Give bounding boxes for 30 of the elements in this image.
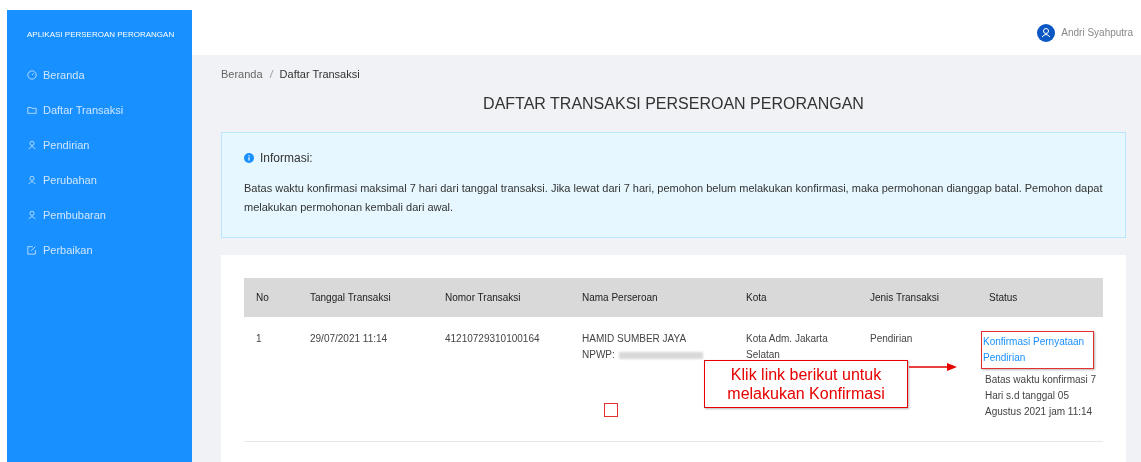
table-cell: 41210729310100164: [445, 333, 540, 344]
sidebar-item[interactable]: Perbaikan: [7, 232, 192, 267]
breadcrumb-item[interactable]: Beranda: [221, 68, 263, 80]
sidebar-item[interactable]: Pendirian: [7, 127, 192, 162]
column-header: Nama Perseroan: [570, 278, 734, 317]
table-cell-text: Kota Adm. Jakarta Selatan: [746, 332, 829, 362]
sidebar-item[interactable]: Perubahan: [7, 162, 192, 197]
company-name: HAMID SUMBER JAYA: [582, 332, 688, 346]
column-header: Kota: [734, 278, 858, 317]
sidebar-item[interactable]: Beranda: [7, 57, 192, 92]
page-title: DAFTAR TRANSAKSI PERSEROAN PERORANGAN: [482, 95, 865, 113]
column-header: Nomor Transaksi: [433, 278, 570, 317]
annotation-callout: Klik link berikut untuk melakukan Konfirmasi: [704, 360, 908, 408]
column-header: No: [244, 278, 298, 317]
table-cell: 29/07/2021 11:14: [310, 333, 388, 344]
deadline-note: Batas waktu konfirmasi 7 Hari s.d tanggal 05 Agustus 2021 jam 11:14: [984, 373, 1098, 419]
info-title: Informasi:: [260, 151, 313, 165]
npwp-label: NPWP:: [582, 348, 615, 362]
column-header: Tanggal Transaksi: [298, 278, 433, 317]
confirm-link[interactable]: Konfirmasi Pernyataan Pendirian: [981, 331, 1094, 369]
column-header: Jenis Transaksi: [858, 278, 977, 317]
table-cell: Pendirian: [870, 333, 913, 344]
user-name[interactable]: Andri Syahputra: [1061, 27, 1133, 38]
column-header: Status: [977, 278, 1103, 317]
sidebar-item[interactable]: Pembubaran: [7, 197, 192, 232]
info-text: Batas waktu konfirmasi maksimal 7 hari dari tanggal transaksi. Jika lewat dari 7 hari, pemohon belum melakukan konfirmasi, maka permohonan dianggap batal. Pemohon dapat melakukan permohonan kembali dari awal.: [244, 181, 1103, 215]
app-title: APLIKASI PERSEROAN PERORANGAN: [26, 29, 176, 41]
breadcrumb-item: Daftar Transaksi: [279, 68, 360, 80]
sidebar-item[interactable]: Daftar Transaksi: [7, 92, 192, 127]
table-cell: 1: [256, 333, 262, 344]
